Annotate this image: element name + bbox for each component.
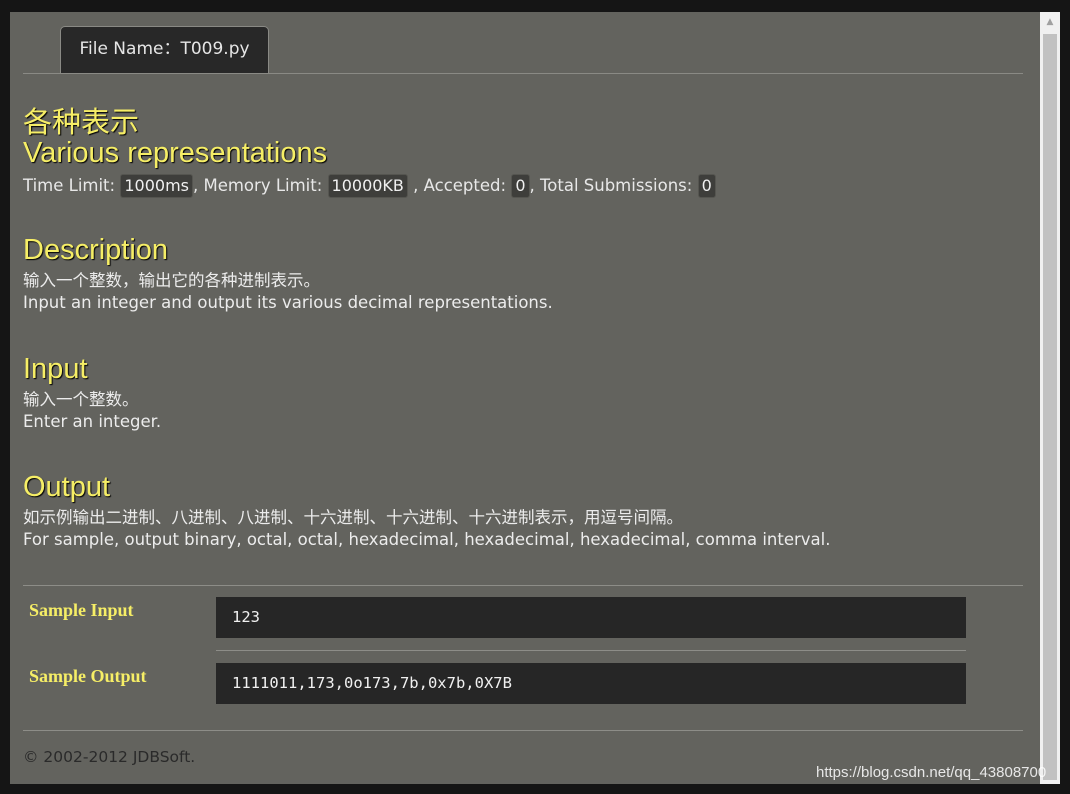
output-heading: Output [23,471,111,503]
problem-title-en: Various representations [23,137,328,169]
accepted-value: 0 [511,174,530,198]
description-line-en: Input an integer and output its various … [23,293,553,312]
sample-output-box[interactable]: 1111011,173,0o173,7b,0x7b,0X7B [216,663,966,704]
output-body: 如示例输出二进制、八进制、八进制、十六进制、十六进制、十六进制表示，用逗号间隔。… [23,507,831,551]
scrollbar-thumb[interactable] [1043,34,1057,780]
submissions-value: 0 [697,174,716,198]
output-line-cn: 如示例输出二进制、八进制、八进制、十六进制、十六进制、十六进制表示，用逗号间隔。 [23,508,683,527]
description-heading: Description [23,234,169,266]
vertical-scrollbar[interactable]: ▲ [1040,12,1060,784]
problem-page: File Name：T009.py 各种表示 Various represent… [10,12,1060,784]
sample-input-label: Sample Input [29,600,134,620]
time-limit-label: Time Limit: [23,176,121,195]
tab-label: File Name：T009.py [79,39,250,59]
input-body: 输入一个整数。 Enter an integer. [23,389,161,433]
accepted-label: , Accepted: [407,176,512,195]
memory-limit-value: 10000KB [327,174,408,198]
input-line-en: Enter an integer. [23,412,162,431]
input-heading: Input [23,353,88,385]
problem-limits: Time Limit: 1000ms, Memory Limit: 10000K… [23,173,716,199]
footer-divider [23,730,1023,731]
tab-file-name[interactable]: File Name：T009.py [60,26,269,73]
description-body: 输入一个整数，输出它的各种进制表示。 Input an integer and … [23,270,553,314]
sample-output-label: Sample Output [29,666,147,686]
submissions-label: , Total Submissions: [529,176,698,195]
footer-copyright: © 2002-2012 JDBSoft. [23,748,196,766]
samples-divider [23,585,1023,586]
memory-limit-label: , Memory Limit: [192,176,328,195]
output-line-en: For sample, output binary, octal, octal,… [23,530,831,549]
description-line-cn: 输入一个整数，输出它的各种进制表示。 [23,271,320,290]
tab-divider [23,73,1023,74]
sample-input-box[interactable]: 123 [216,597,966,638]
problem-title-cn: 各种表示 [23,105,140,139]
time-limit-value: 1000ms [120,174,193,198]
input-line-cn: 输入一个整数。 [23,390,139,409]
watermark-url: https://blog.csdn.net/qq_43808700 [816,764,1047,781]
sample-divider [216,650,966,651]
scroll-up-arrow-icon[interactable]: ▲ [1040,12,1060,32]
